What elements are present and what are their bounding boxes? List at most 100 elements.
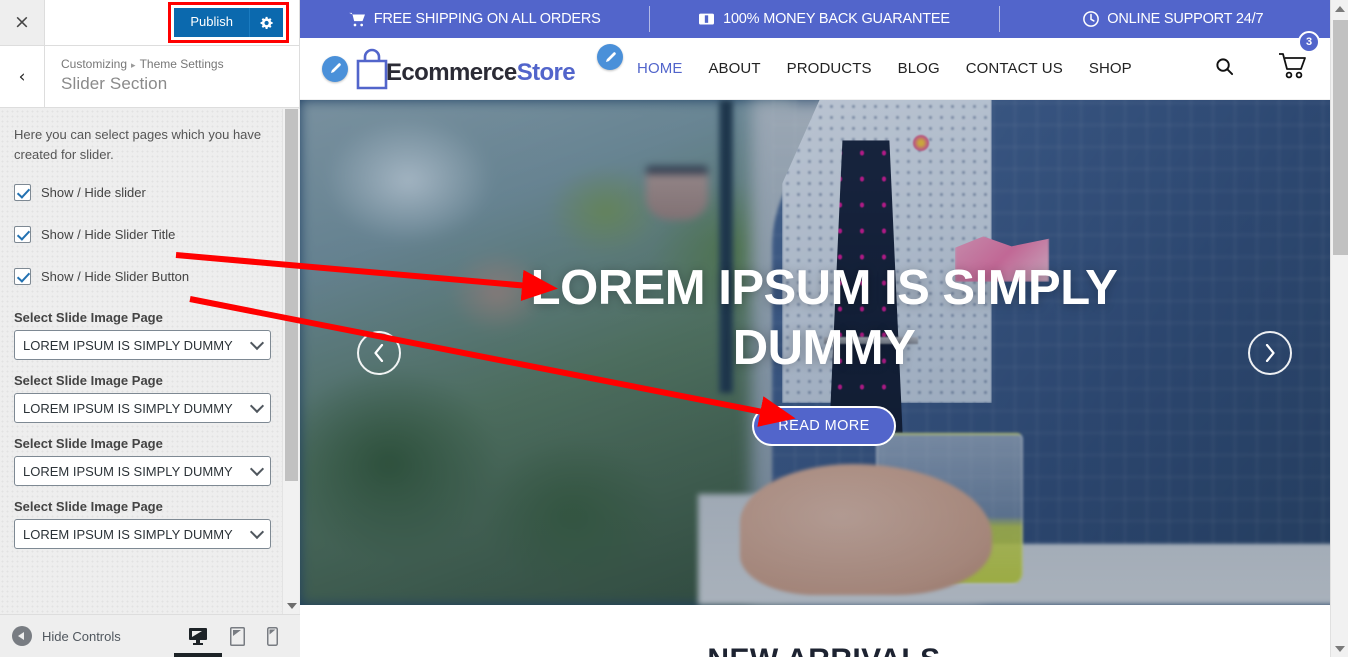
hero-title: LOREM IPSUM IS SIMPLY DUMMY bbox=[530, 260, 1118, 375]
cart-button[interactable] bbox=[1278, 52, 1308, 85]
nav-item-about[interactable]: ABOUT bbox=[708, 60, 760, 77]
chevron-right-icon bbox=[1265, 343, 1275, 362]
customizer-topbar: × Publish bbox=[0, 0, 299, 46]
slide-image-page-field-1: Select Slide Image Page LOREM IPSUM IS S… bbox=[14, 310, 286, 360]
sidebar-scroll-down-arrow-icon[interactable] bbox=[283, 599, 300, 613]
breadcrumb: Customizing ▸ Theme Settings bbox=[61, 55, 224, 73]
publish-settings-button[interactable] bbox=[249, 8, 283, 37]
customizer-sidebar: × Publish ‹ Customizing▸Theme Settings bbox=[0, 0, 300, 657]
chevron-down-icon bbox=[249, 524, 265, 540]
device-tablet-button[interactable] bbox=[230, 626, 245, 646]
chevron-down-icon bbox=[249, 398, 265, 414]
slide-image-page-select-1[interactable]: LOREM IPSUM IS SIMPLY DUMMY bbox=[14, 330, 271, 360]
field-label: Select Slide Image Page bbox=[14, 499, 163, 514]
nav-item-blog[interactable]: BLOG bbox=[898, 60, 940, 77]
hero-read-more-button[interactable]: READ MORE bbox=[752, 406, 896, 447]
device-preview-switcher bbox=[174, 626, 290, 657]
customizer-section-header: ‹ Customizing ▸ Theme Settings Slider Sect… bbox=[0, 46, 299, 108]
checkbox-show-hide-slider[interactable]: Show / Hide slider bbox=[14, 184, 286, 201]
checkbox-checked-icon[interactable] bbox=[14, 268, 31, 285]
nav-item-shop[interactable]: SHOP bbox=[1089, 60, 1132, 77]
publish-button[interactable]: Publish bbox=[174, 8, 249, 37]
site-preview: FREE SHIPPING ON ALL ORDERS 100% MONEY B… bbox=[300, 0, 1348, 657]
slide-image-page-field-2: Select Slide Image Page LOREM IPSUM IS S… bbox=[14, 373, 286, 423]
select-value: LOREM IPSUM IS SIMPLY DUMMY bbox=[23, 463, 233, 479]
nav-item-products[interactable]: PRODUCTS bbox=[787, 60, 872, 77]
promo-free-shipping: FREE SHIPPING ON ALL ORDERS bbox=[300, 0, 649, 38]
slider-next-button[interactable] bbox=[1248, 330, 1292, 375]
breadcrumb-root: Customizing bbox=[61, 57, 128, 71]
customizer-footer: Hide Controls bbox=[0, 614, 300, 657]
checkbox-label: Show / Hide slider bbox=[41, 185, 146, 200]
customizer-controls-panel: Here you can select pages which you have… bbox=[0, 109, 300, 614]
slider-prev-button[interactable] bbox=[357, 330, 401, 375]
close-customizer-button[interactable]: × bbox=[0, 0, 45, 45]
desktop-icon bbox=[189, 628, 207, 645]
breadcrumb-parent: Theme Settings bbox=[139, 57, 224, 71]
customizer-screen: × Publish ‹ Customizing▸Theme Settings bbox=[0, 0, 1366, 657]
promo-topbar: FREE SHIPPING ON ALL ORDERS 100% MONEY B… bbox=[300, 0, 1348, 38]
preview-scroll-up-arrow-icon[interactable] bbox=[1331, 0, 1348, 17]
money-back-icon bbox=[699, 13, 715, 24]
header-actions: 3 bbox=[1215, 30, 1348, 85]
nav-item-home[interactable]: HOME bbox=[637, 60, 682, 77]
checkbox-label: Show / Hide Slider Title bbox=[41, 227, 176, 242]
site-logo[interactable]: EcommerceStore bbox=[352, 48, 576, 90]
select-value: LOREM IPSUM IS SIMPLY DUMMY bbox=[23, 400, 233, 416]
search-button[interactable] bbox=[1215, 57, 1234, 81]
sidebar-scrollbar-thumb[interactable] bbox=[285, 109, 298, 481]
hide-controls-button[interactable]: Hide Controls bbox=[12, 626, 121, 646]
nav-item-contact-us[interactable]: CONTACT US bbox=[966, 60, 1063, 77]
preview-scrollbar-thumb[interactable] bbox=[1333, 20, 1348, 255]
field-label: Select Slide Image Page bbox=[14, 310, 163, 325]
hide-controls-label: Hide Controls bbox=[42, 628, 121, 644]
gear-icon bbox=[260, 16, 273, 29]
breadcrumb-separator: ▸ bbox=[131, 60, 136, 70]
sidebar-scrollbar[interactable] bbox=[282, 109, 299, 614]
promo-money-back: 100% MONEY BACK GUARANTEE bbox=[649, 0, 998, 38]
slide-image-page-select-2[interactable]: LOREM IPSUM IS SIMPLY DUMMY bbox=[14, 393, 271, 423]
logo-text-part1: Ecommerce bbox=[386, 58, 517, 86]
page-title: Slider Section bbox=[61, 74, 168, 93]
new-arrivals-title: NEW ARRIVALS bbox=[707, 643, 940, 657]
checkbox-checked-icon[interactable] bbox=[14, 226, 31, 243]
promo-text: ONLINE SUPPORT 24/7 bbox=[1107, 11, 1264, 27]
chevron-left-icon bbox=[374, 343, 384, 362]
collapse-arrow-icon bbox=[12, 626, 32, 646]
select-value: LOREM IPSUM IS SIMPLY DUMMY bbox=[23, 337, 233, 353]
slide-image-page-field-3: Select Slide Image Page LOREM IPSUM IS S… bbox=[14, 436, 286, 486]
slide-image-page-field-4: Select Slide Image Page LOREM IPSUM IS S… bbox=[14, 499, 286, 549]
cart-count-badge: 3 bbox=[1298, 30, 1320, 53]
promo-text: 100% MONEY BACK GUARANTEE bbox=[723, 11, 950, 27]
site-navigation: HOME ABOUT PRODUCTS BLOG CONTACT US SHOP bbox=[637, 60, 1132, 77]
promo-online-support: ONLINE SUPPORT 24/7 bbox=[998, 0, 1348, 38]
edit-logo-pencil-icon[interactable] bbox=[322, 55, 348, 82]
logo-text-part2: Store bbox=[516, 58, 576, 86]
checkbox-show-hide-slider-button[interactable]: Show / Hide Slider Button bbox=[14, 268, 286, 285]
chevron-down-icon bbox=[249, 335, 265, 351]
device-desktop-button[interactable] bbox=[174, 627, 222, 657]
publish-highlight-box: Publish bbox=[168, 2, 289, 43]
hero-content: LOREM IPSUM IS SIMPLY DUMMY READ MORE bbox=[300, 100, 1348, 605]
checkbox-checked-icon[interactable] bbox=[14, 184, 31, 201]
tablet-icon bbox=[230, 626, 245, 646]
preview-scrollbar[interactable] bbox=[1330, 0, 1348, 657]
publish-button-group: Publish bbox=[174, 8, 283, 37]
promo-text: FREE SHIPPING ON ALL ORDERS bbox=[373, 11, 601, 27]
slide-image-page-select-3[interactable]: LOREM IPSUM IS SIMPLY DUMMY bbox=[14, 456, 271, 486]
panel-description: Here you can select pages which you have… bbox=[14, 127, 262, 162]
checkbox-show-hide-slider-title[interactable]: Show / Hide Slider Title bbox=[14, 226, 286, 243]
edit-menu-pencil-icon[interactable] bbox=[597, 44, 624, 70]
slide-image-page-select-4[interactable]: LOREM IPSUM IS SIMPLY DUMMY bbox=[14, 519, 271, 549]
hero-slider: LOREM IPSUM IS SIMPLY DUMMY READ MORE bbox=[300, 100, 1348, 605]
back-button[interactable]: ‹ bbox=[0, 46, 45, 107]
field-label: Select Slide Image Page bbox=[14, 436, 163, 451]
search-icon bbox=[1216, 57, 1234, 75]
site-logo-text: EcommerceStore bbox=[386, 58, 576, 87]
field-label: Select Slide Image Page bbox=[14, 373, 163, 388]
preview-scroll-down-arrow-icon[interactable] bbox=[1331, 640, 1348, 657]
device-mobile-button[interactable] bbox=[267, 626, 278, 646]
mobile-icon bbox=[267, 626, 278, 646]
new-arrivals-section: NEW ARRIVALS bbox=[300, 605, 1348, 657]
checkbox-label: Show / Hide Slider Button bbox=[41, 269, 190, 284]
